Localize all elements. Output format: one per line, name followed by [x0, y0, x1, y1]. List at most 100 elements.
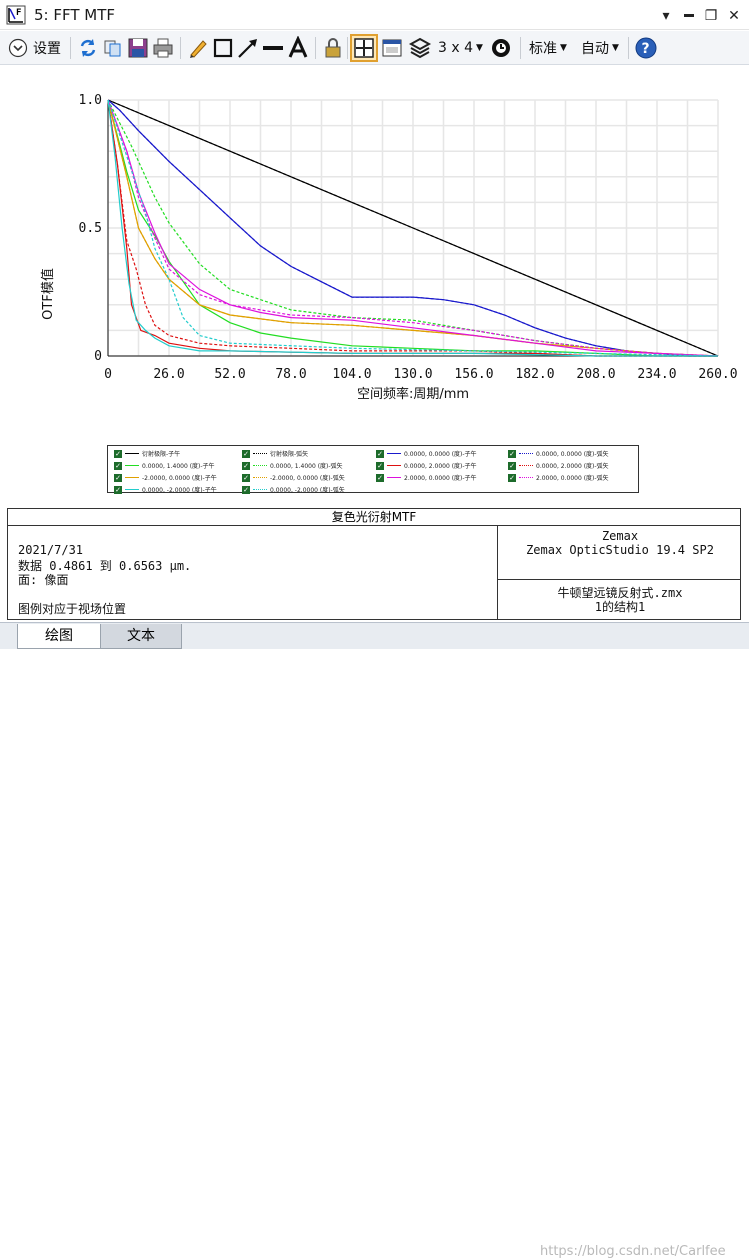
maximize-button[interactable]: ❐ — [702, 6, 720, 24]
toolbar: 设置 3 x 4 ▼ 标准 ▼ 自动 ▼ ? — [0, 31, 749, 65]
fit-layout-icon[interactable] — [350, 34, 378, 62]
legend-swatch — [519, 465, 533, 466]
legend-item[interactable]: ✓ 0.0000, -2.0000 (度)-子午 — [114, 484, 217, 495]
svg-text:F: F — [16, 8, 21, 18]
legend-label: 衍射极限-弧矢 — [270, 451, 309, 458]
checkbox-icon[interactable]: ✓ — [508, 461, 516, 470]
legend-item[interactable]: ✓ 0.0000, 1.4000 (度)-弧矢 — [242, 460, 343, 471]
toolbar-separator — [180, 37, 181, 59]
x-tick-label: 52.0 — [214, 367, 245, 382]
legend-swatch — [253, 477, 267, 478]
window-icon[interactable] — [380, 36, 404, 60]
checkbox-icon[interactable]: ✓ — [242, 449, 250, 458]
checkbox-icon[interactable]: ✓ — [242, 485, 250, 494]
copy-icon[interactable] — [101, 36, 125, 60]
legend-label: 0.0000, 2.0000 (度)-弧矢 — [536, 463, 609, 470]
close-button[interactable]: ✕ — [725, 6, 743, 24]
toolbar-separator — [520, 37, 521, 59]
legend-swatch — [125, 465, 139, 466]
chevron-down-icon: ▼ — [560, 43, 567, 53]
checkbox-icon[interactable]: ✓ — [114, 473, 122, 482]
tab-plot[interactable]: 绘图 — [17, 624, 101, 649]
x-tick-label: 26.0 — [153, 367, 184, 382]
auto-dropdown[interactable]: 自动 ▼ — [581, 36, 619, 60]
legend-item[interactable]: ✓ 2.0000, 0.0000 (度)-弧矢 — [508, 472, 609, 483]
auto-label: 自动 — [581, 41, 609, 57]
checkbox-icon[interactable]: ✓ — [508, 449, 516, 458]
checkbox-icon[interactable]: ✓ — [376, 461, 384, 470]
tab-bar: 绘图 文本 https://blog.csdn.net/Carlfee — [0, 622, 749, 1259]
legend-swatch — [125, 489, 139, 490]
legend-item[interactable]: ✓ 衍射极限-弧矢 — [242, 448, 308, 459]
legend-swatch — [253, 465, 267, 466]
x-axis-label: 空间频率:周期/mm — [357, 386, 469, 402]
settings-label: 设置 — [33, 41, 61, 57]
legend-item[interactable]: ✓ -2.0000, 0.0000 (度)-弧矢 — [242, 472, 345, 483]
mtf-chart: 0 26.0 52.0 78.0 104.0 130.0 156.0 182.0 208.0 23… — [40, 93, 738, 402]
standard-dropdown[interactable]: 标准 ▼ — [529, 36, 567, 60]
stack-icon[interactable] — [408, 36, 432, 60]
checkbox-icon[interactable]: ✓ — [376, 473, 384, 482]
save-icon[interactable] — [126, 36, 150, 60]
company-text: Zemax — [601, 529, 639, 543]
rectangle-icon[interactable] — [211, 36, 235, 60]
legend-item[interactable]: ✓ -2.0000, 0.0000 (度)-子午 — [114, 472, 217, 483]
graph-app-icon: F — [6, 5, 26, 25]
legend-note-text: 图例对应于视场位置 — [18, 602, 127, 616]
legend-item[interactable]: ✓ 0.0000, 0.0000 (度)-弧矢 — [508, 448, 609, 459]
legend-label: -2.0000, 0.0000 (度)-弧矢 — [270, 475, 345, 482]
legend-item[interactable]: ✓ 2.0000, 0.0000 (度)-子午 — [376, 472, 477, 483]
window-title: 5: FFT MTF — [34, 6, 116, 24]
settings-chevron-icon — [8, 38, 28, 58]
legend-label: -2.0000, 0.0000 (度)-子午 — [142, 475, 217, 482]
legend-item[interactable]: ✓ 0.0000, 1.4000 (度)-子午 — [114, 460, 215, 471]
checkbox-icon[interactable]: ✓ — [114, 449, 122, 458]
checkbox-icon[interactable]: ✓ — [508, 473, 516, 482]
print-icon[interactable] — [151, 36, 175, 60]
checkbox-icon[interactable]: ✓ — [114, 461, 122, 470]
toolbar-separator — [347, 37, 348, 59]
lock-icon[interactable] — [321, 36, 345, 60]
help-icon[interactable]: ? — [634, 36, 658, 60]
clock-icon[interactable] — [489, 36, 513, 60]
refresh-icon[interactable] — [76, 36, 100, 60]
y-tick-label: 0.5 — [79, 221, 102, 236]
x-tick-label: 104.0 — [332, 367, 371, 382]
legend-label: 0.0000, 0.0000 (度)-弧矢 — [536, 451, 609, 458]
pin-button[interactable]: ▾ — [657, 6, 675, 24]
legend-swatch — [125, 477, 139, 478]
legend-swatch — [387, 477, 401, 478]
analysis-title: 复色光衍射MTF — [8, 509, 740, 526]
arrow-line-icon[interactable] — [236, 36, 260, 60]
legend-label: 0.0000, 1.4000 (度)-子午 — [142, 463, 215, 470]
legend-item[interactable]: ✓ 衍射极限-子午 — [114, 448, 180, 459]
settings-button[interactable]: 设置 — [8, 36, 61, 60]
legend-item[interactable]: ✓ 0.0000, 0.0000 (度)-子午 — [376, 448, 477, 459]
legend-item[interactable]: ✓ 0.0000, 2.0000 (度)-子午 — [376, 460, 477, 471]
info-panel: 复色光衍射MTF 2021/7/31 数据 0.4861 到 0.6563 μm… — [7, 508, 741, 620]
x-tick-label: 0 — [104, 367, 112, 382]
x-tick-label: 260.0 — [698, 367, 737, 382]
layout-dropdown[interactable]: 3 x 4 ▼ — [438, 36, 483, 60]
legend-item[interactable]: ✓ 0.0000, -2.0000 (度)-弧矢 — [242, 484, 345, 495]
pencil-icon[interactable] — [186, 36, 210, 60]
x-tick-label: 208.0 — [576, 367, 615, 382]
legend-label: 0.0000, -2.0000 (度)-子午 — [142, 487, 217, 494]
toolbar-separator — [628, 37, 629, 59]
legend-item[interactable]: ✓ 0.0000, 2.0000 (度)-弧矢 — [508, 460, 609, 471]
legend-label: 0.0000, -2.0000 (度)-弧矢 — [270, 487, 345, 494]
line-icon[interactable] — [261, 36, 285, 60]
minimize-button[interactable]: ▬ — [680, 6, 698, 24]
checkbox-icon[interactable]: ✓ — [114, 485, 122, 494]
checkbox-icon[interactable]: ✓ — [376, 449, 384, 458]
chevron-down-icon: ▼ — [476, 43, 483, 53]
product-text: Zemax OpticStudio 19.4 SP2 — [526, 543, 714, 557]
checkbox-icon[interactable]: ✓ — [242, 461, 250, 470]
x-tick-label: 78.0 — [275, 367, 306, 382]
tab-text[interactable]: 文本 — [100, 624, 182, 649]
legend-label: 0.0000, 1.4000 (度)-弧矢 — [270, 463, 343, 470]
text-icon[interactable] — [286, 36, 310, 60]
config-text: 1的结构1 — [594, 600, 646, 614]
svg-text:?: ? — [642, 41, 650, 57]
checkbox-icon[interactable]: ✓ — [242, 473, 250, 482]
